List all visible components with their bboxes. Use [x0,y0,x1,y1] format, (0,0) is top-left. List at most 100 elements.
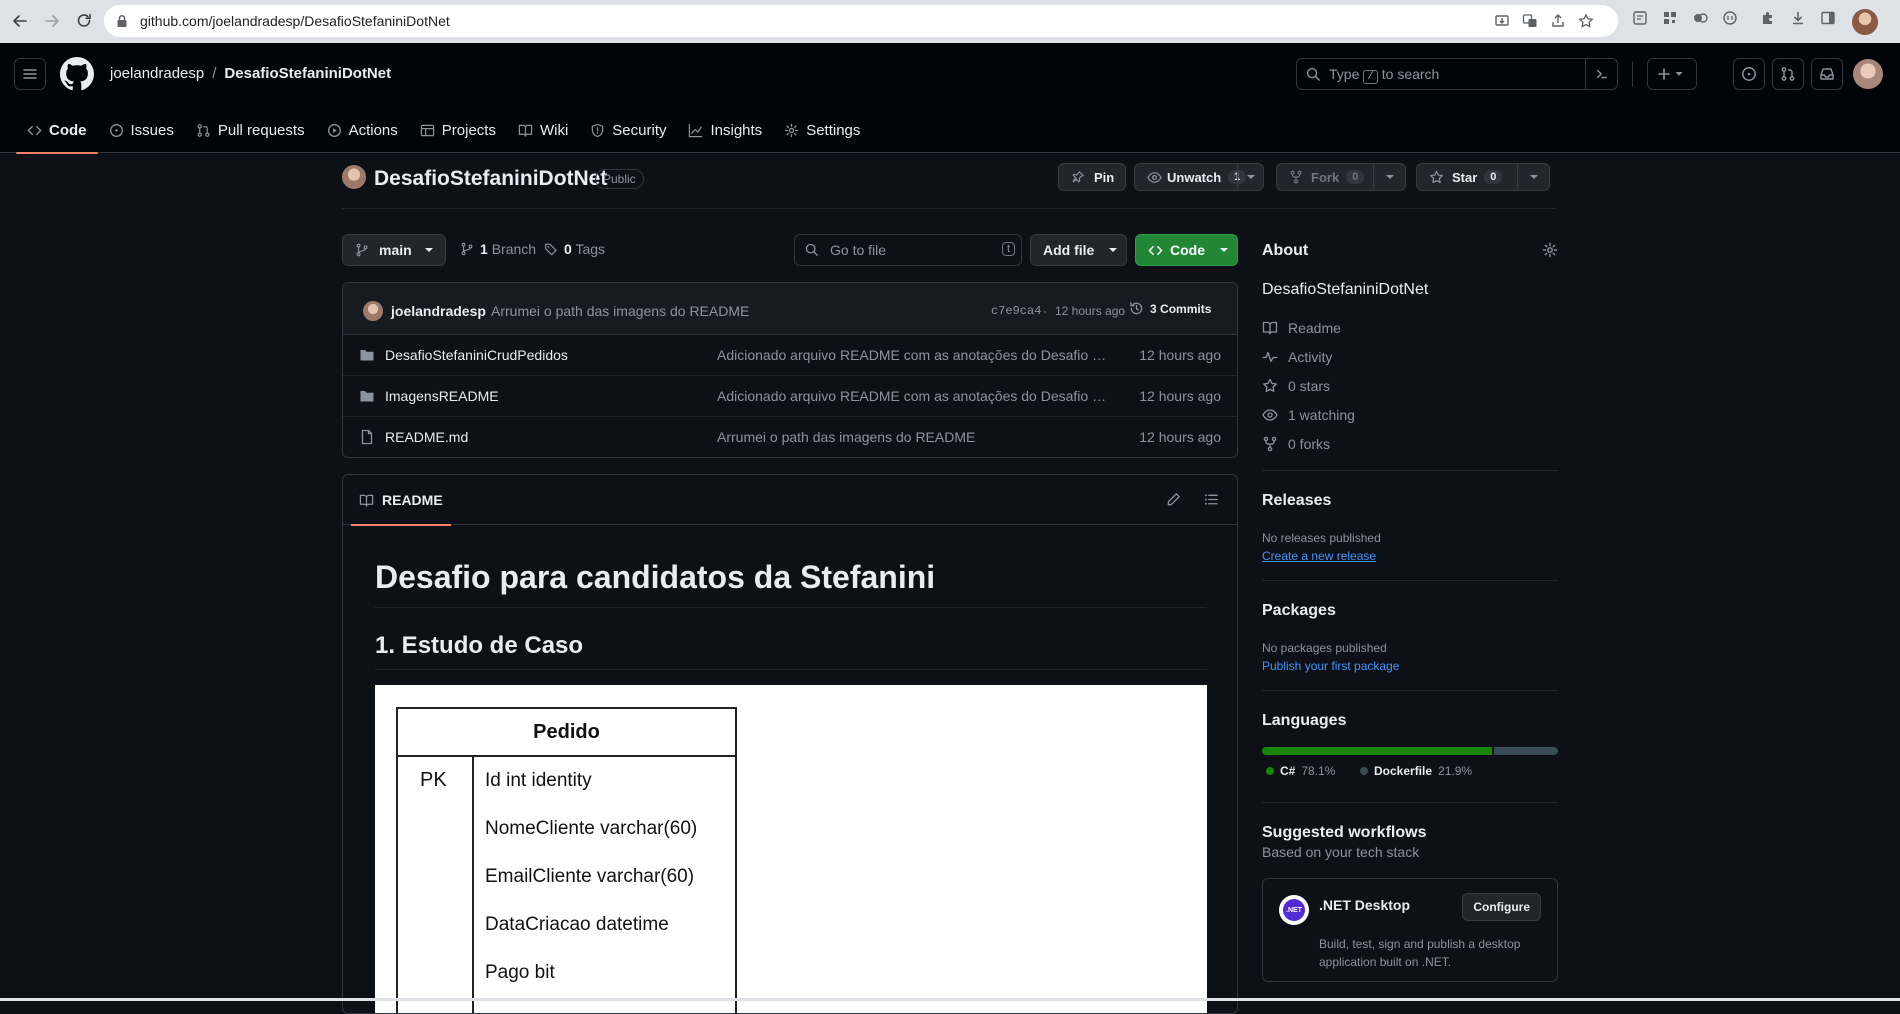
about-item-eye[interactable]: 1 watching [1262,407,1355,423]
file-row[interactable]: DesafioStefaniniCrudPedidos Adicionado ar… [343,335,1237,376]
owner-avatar[interactable] [342,165,366,189]
outline-button[interactable] [1204,492,1219,507]
create-new-button[interactable] [1647,58,1697,90]
breadcrumb-owner[interactable]: joelandradesp [110,65,204,82]
tab-pull-requests[interactable]: Pull requests [185,107,316,153]
about-item-fork[interactable]: 0 forks [1262,436,1330,452]
readme-heading-1: Desafio para candidatos da Stefanini [375,559,936,595]
share-icon[interactable] [1550,13,1566,29]
tab-issues[interactable]: Issues [98,107,185,153]
commits-link[interactable]: 3 Commits [1129,301,1211,316]
add-file-button[interactable]: Add file [1030,234,1127,266]
edit-readme-button[interactable] [1166,492,1181,507]
commit-author-avatar[interactable] [363,301,383,321]
language-item[interactable]: Dockerfile 21.9% [1360,764,1472,778]
code-button[interactable]: Code [1135,234,1238,266]
branches-link[interactable]: 1 Branch [460,241,536,257]
address-bar[interactable]: github.com/joelandradesp/DesafioStefanin… [104,5,1618,37]
book-icon [518,124,533,137]
tab-settings[interactable]: Settings [773,107,871,153]
tab-security[interactable]: Security [579,107,677,153]
pin-icon [1072,171,1084,183]
tab-actions[interactable]: Actions [316,107,409,153]
tab-code[interactable]: Code [16,107,98,154]
folder-icon-wrap [359,388,375,404]
menu-button[interactable] [14,58,46,90]
bookmark-star-icon[interactable] [1578,13,1594,29]
folder-icon-wrap [359,347,375,363]
extension-1-icon[interactable] [1632,10,1648,26]
file-name[interactable]: ImagensREADME [385,388,499,404]
commit-message[interactable]: Arrumei o path das imagens do README [491,303,749,319]
commit-hash[interactable]: c7e9ca4 [991,304,1041,318]
github-logo[interactable] [60,57,94,91]
publish-package-link[interactable]: Publish your first package [1262,659,1399,673]
pull-requests-button[interactable] [1772,58,1804,90]
download-icon[interactable] [1790,10,1806,26]
file-name[interactable]: README.md [385,429,468,445]
packages-heading[interactable]: Packages [1262,602,1336,620]
reload-button[interactable] [70,7,98,35]
file-row[interactable]: ImagensREADME Adicionado arquivo README c… [343,376,1237,417]
commit-author[interactable]: joelandradesp [391,303,486,319]
branch-label: Branch [491,241,537,257]
fork-button[interactable]: Fork 0 [1276,163,1406,191]
go-to-file-input[interactable]: Go to file t [794,234,1022,266]
file-commit-message[interactable]: Adicionado arquivo README com as anotaçõ… [717,388,1109,404]
language-item[interactable]: C# 78.1% [1266,764,1335,778]
pin-button[interactable]: Pin [1058,163,1126,191]
profile-avatar[interactable] [1852,9,1878,35]
inbox-button[interactable] [1811,58,1843,90]
commits-count: 3 [1150,301,1157,316]
issues-button[interactable] [1733,58,1765,90]
issue-icon-wrap [109,123,124,138]
tags-link[interactable]: 0 Tags [544,241,605,257]
translate-icon[interactable] [1522,13,1538,29]
global-search-input[interactable]: Type / to search [1296,58,1618,90]
unwatch-button[interactable]: Unwatch 1 [1134,163,1264,191]
github-header: joelandradesp / DesafioStefaniniDotNet T… [0,43,1900,154]
breadcrumb-repo[interactable]: DesafioStefaniniDotNet [224,65,391,82]
terminal-icon [1596,69,1607,79]
puzzle-icon[interactable] [1760,10,1776,26]
about-item-book[interactable]: Readme [1262,320,1341,336]
star-button[interactable]: Star 0 [1416,163,1550,191]
user-avatar[interactable] [1853,59,1883,89]
qr-code-icon[interactable] [1662,10,1678,26]
file-row[interactable]: README.md Arrumei o path das imagens do R… [343,417,1237,457]
tab-projects[interactable]: Projects [409,107,507,153]
configure-button[interactable]: Configure [1462,893,1541,921]
language-dot [1266,767,1274,775]
watch-dropdown[interactable] [1237,164,1263,190]
back-button[interactable] [6,7,34,35]
tab-wiki[interactable]: Wiki [507,107,579,153]
side-panel-icon[interactable] [1820,10,1836,26]
releases-heading[interactable]: Releases [1262,492,1331,510]
star-dropdown[interactable] [1517,164,1549,190]
about-item-label: 1 watching [1288,407,1355,423]
file-commit-time: 12 hours ago [1139,429,1221,445]
fork-dropdown[interactable] [1373,164,1405,190]
branch-select[interactable]: main [342,234,446,266]
extension-2-icon[interactable] [1692,10,1708,26]
tab-label: Pull requests [217,121,305,139]
about-item-star[interactable]: 0 stars [1262,378,1330,394]
create-release-link[interactable]: Create a new release [1262,549,1376,563]
file-commit-message[interactable]: Adicionado arquivo README com as anotaçõ… [717,347,1109,363]
pull-request-icon-wrap [196,123,211,138]
about-settings-button[interactable] [1542,242,1558,258]
repo-name[interactable]: DesafioStefaniniDotNet [374,167,607,191]
tab-label: Insights [710,121,763,139]
file-name[interactable]: DesafioStefaniniCrudPedidos [385,347,568,363]
readme-panel: README Desafio para candidatos da Stefan… [342,474,1238,1014]
file-commit-message[interactable]: Arrumei o path das imagens do README [717,429,1109,445]
about-item-pulse[interactable]: Activity [1262,349,1332,365]
extension-3-icon[interactable] [1722,10,1738,26]
erd-field: EmailCliente varchar(60) [485,866,695,887]
forward-button[interactable] [38,7,66,35]
readme-tab[interactable]: README [351,475,451,526]
install-app-icon[interactable] [1494,13,1510,29]
tab-insights[interactable]: Insights [677,107,773,153]
command-palette-button[interactable] [1585,59,1617,89]
workflows-subtitle: Based on your tech stack [1262,844,1420,860]
